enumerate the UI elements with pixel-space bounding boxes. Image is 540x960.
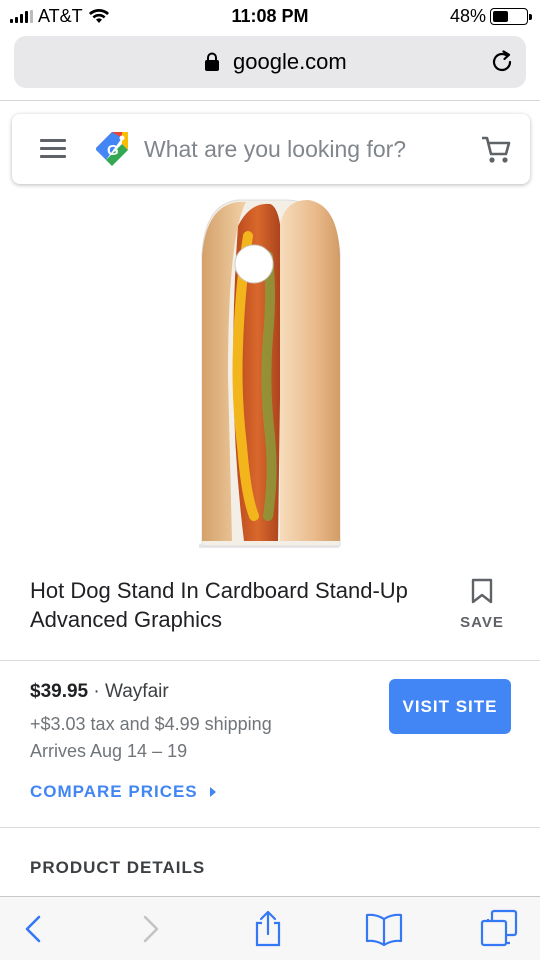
seller-name: Wayfair (105, 681, 169, 702)
lock-icon (204, 52, 220, 77)
delivery-estimate: Arrives Aug 14 – 19 (30, 741, 188, 761)
url-bar[interactable]: google.com (14, 36, 526, 88)
search-input[interactable] (144, 132, 464, 166)
hot-dog-cardboard-standup-icon (199, 199, 341, 548)
forward-icon[interactable] (130, 909, 170, 949)
google-shopping-logo-icon[interactable]: G (92, 128, 132, 168)
battery-icon (490, 8, 532, 25)
save-label: SAVE (460, 614, 504, 631)
status-bar: AT&T 11:08 PM 48% (0, 0, 540, 34)
compare-prices-link[interactable]: COMPARE PRICES (30, 782, 216, 802)
battery-percent: 48% (449, 6, 486, 26)
tabs-icon[interactable] (480, 909, 520, 949)
shopping-cart-icon[interactable] (480, 134, 512, 166)
divider (0, 827, 540, 828)
compare-prices-label: COMPARE PRICES (30, 782, 198, 801)
price-seller-line: $39.95 · Wayfair (30, 681, 169, 703)
bookmark-icon (471, 578, 493, 604)
browser-toolbar (0, 896, 540, 960)
url-text[interactable]: google.com (233, 49, 347, 75)
svg-text:G: G (107, 142, 119, 159)
bookmarks-icon[interactable] (364, 909, 404, 949)
save-button[interactable]: SAVE (452, 578, 512, 636)
share-icon[interactable] (248, 909, 288, 949)
chevron-right-icon (209, 787, 216, 797)
back-icon[interactable] (14, 909, 54, 949)
tax-shipping-text: +$3.03 tax and $4.99 shipping (30, 714, 272, 734)
shopping-search-bar: G (12, 114, 530, 184)
divider (0, 660, 540, 661)
product-image[interactable] (198, 196, 342, 550)
separator-dot: · (93, 681, 100, 702)
browser-url-area: google.com (0, 34, 540, 101)
hamburger-menu-icon[interactable] (40, 139, 66, 159)
visit-site-button[interactable]: VISIT SITE (389, 679, 511, 734)
product-details-heading[interactable]: PRODUCT DETAILS (30, 858, 205, 878)
price: $39.95 (30, 681, 89, 702)
reload-icon[interactable] (490, 49, 516, 75)
product-title: Hot Dog Stand In Cardboard Stand-Up Adva… (30, 578, 408, 632)
